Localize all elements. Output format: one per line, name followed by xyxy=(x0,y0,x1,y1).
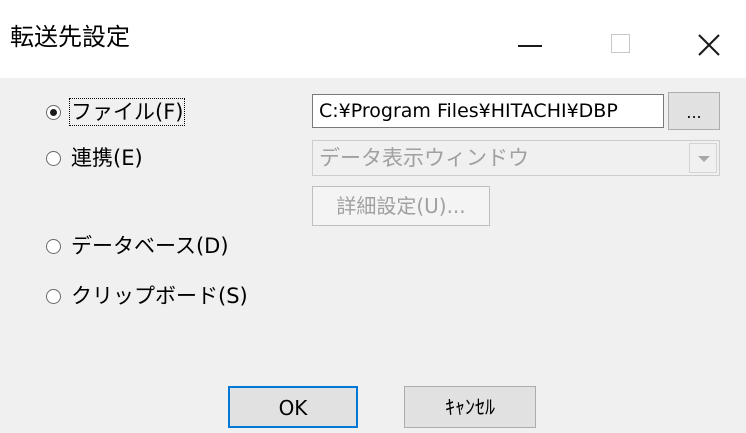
file-path-input[interactable]: C:¥Program Files¥HITACHI¥DBP xyxy=(312,94,664,128)
radio-button-database[interactable] xyxy=(46,238,61,254)
chevron-down-icon xyxy=(698,156,710,162)
title-bar[interactable]: 転送先設定 xyxy=(0,0,746,78)
maximize-button[interactable] xyxy=(570,0,670,78)
browse-button[interactable]: ... xyxy=(668,92,720,130)
dropdown-button[interactable] xyxy=(689,143,717,173)
maximize-icon xyxy=(611,34,630,53)
radio-file[interactable]: ファイル(F) xyxy=(46,98,186,126)
window-title: 転送先設定 xyxy=(10,23,130,51)
cancel-button[interactable]: ｷｬﾝｾﾙ xyxy=(404,386,536,428)
minimize-button[interactable] xyxy=(476,0,576,78)
close-icon xyxy=(698,34,720,56)
radio-button-clipboard[interactable] xyxy=(46,288,61,304)
link-target-select[interactable]: データ表示ウィンドウ xyxy=(312,140,720,176)
radio-button-file[interactable] xyxy=(46,104,61,120)
link-target-value: データ表示ウィンドウ xyxy=(319,146,529,170)
close-button[interactable] xyxy=(660,0,746,78)
radio-label-file: ファイル(F) xyxy=(68,98,186,126)
detail-settings-button[interactable]: 詳細設定(U)... xyxy=(312,186,490,226)
radio-label-link: 連携(E) xyxy=(71,146,143,170)
dialog-body: ファイル(F) 連携(E) データベース(D) クリップボード(S) C:¥Pr… xyxy=(0,78,746,433)
radio-clipboard[interactable]: クリップボード(S) xyxy=(46,282,249,310)
dialog-window: 転送先設定 ファイル(F) 連携(E) データベース(D) クリップボード(S)… xyxy=(0,0,746,433)
minimize-icon xyxy=(518,45,542,47)
radio-button-link[interactable] xyxy=(46,150,61,166)
radio-database[interactable]: データベース(D) xyxy=(46,232,230,260)
ok-button[interactable]: OK xyxy=(228,386,358,428)
radio-label-database: データベース(D) xyxy=(71,234,229,258)
radio-label-clipboard: クリップボード(S) xyxy=(71,284,248,308)
radio-link[interactable]: 連携(E) xyxy=(46,144,144,172)
